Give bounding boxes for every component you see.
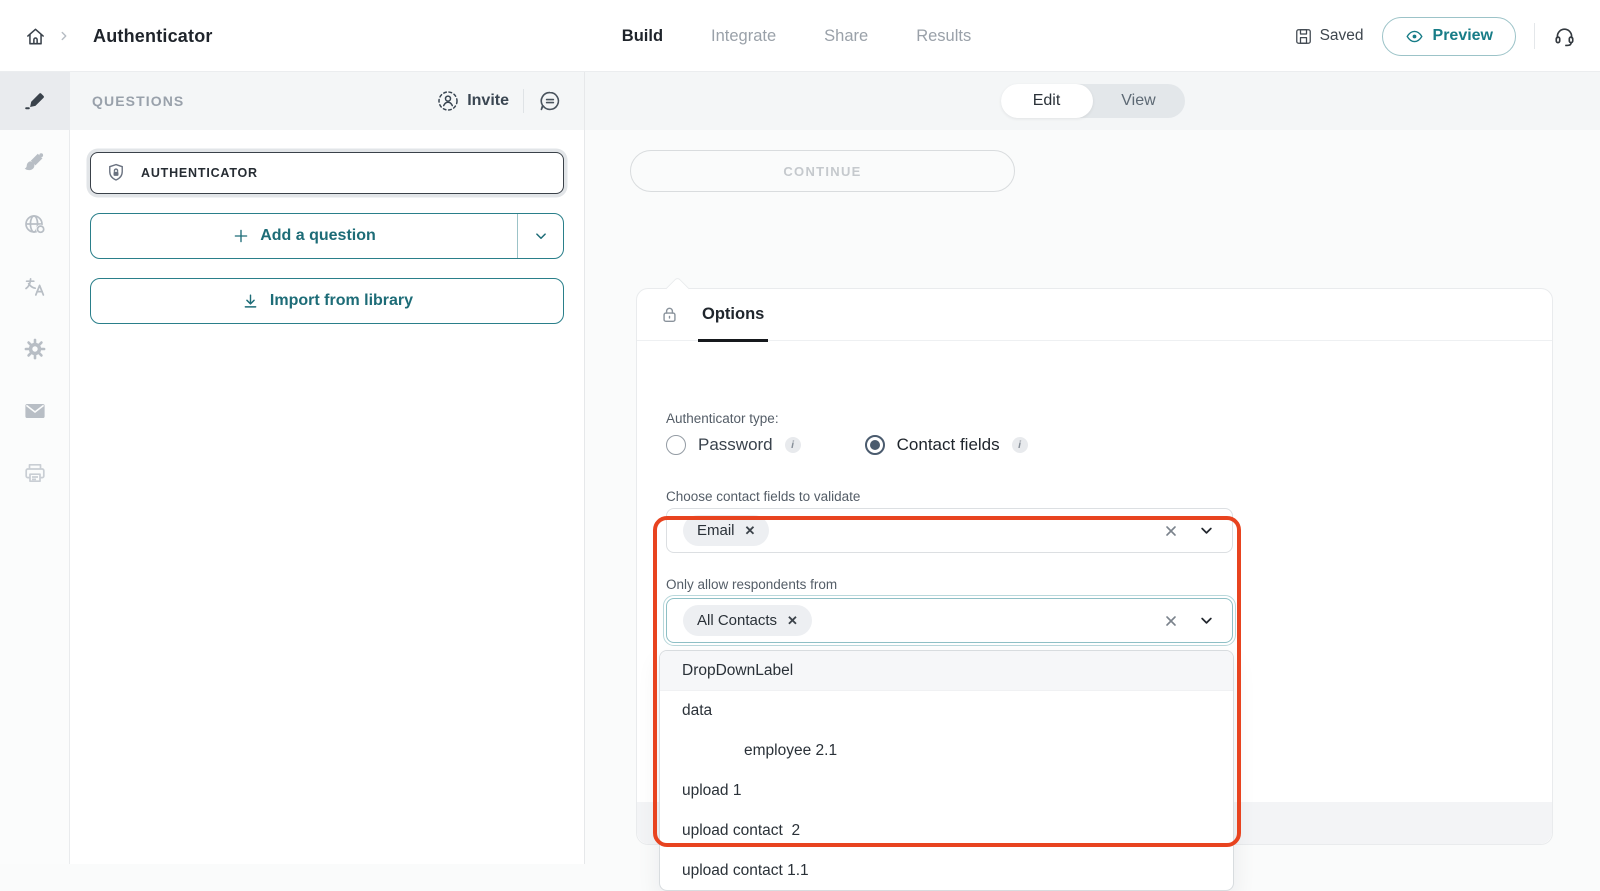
add-question-dropdown-toggle[interactable] bbox=[517, 214, 563, 258]
dropdown-option[interactable]: upload contact 2 bbox=[660, 811, 1233, 851]
invite-person-icon bbox=[437, 90, 459, 112]
breadcrumb-chevron-icon bbox=[57, 29, 71, 43]
paintbrush-icon bbox=[23, 151, 47, 175]
rail-item-translate[interactable] bbox=[0, 258, 70, 316]
options-panel: Options Authenticator type: Password i C… bbox=[636, 288, 1553, 845]
continue-button[interactable]: CONTINUE bbox=[630, 150, 1015, 192]
questions-panel-header: QUESTIONS Invite bbox=[70, 72, 584, 130]
main-content: Edit View CONTINUE Options Authenticator… bbox=[585, 72, 1600, 864]
plus-icon bbox=[232, 227, 250, 245]
invite-button[interactable]: Invite bbox=[437, 90, 509, 112]
dropdown-option[interactable]: employee 2.1 bbox=[660, 731, 1233, 771]
questions-header-divider bbox=[523, 89, 524, 113]
eye-icon bbox=[1405, 27, 1424, 46]
rail-item-globe[interactable] bbox=[0, 196, 70, 254]
options-tab-bar: Options bbox=[637, 289, 1552, 341]
support-headset-icon[interactable] bbox=[1553, 25, 1576, 48]
radio-password[interactable]: Password i bbox=[666, 435, 801, 455]
settings-gear-icon bbox=[23, 337, 47, 361]
radio-contact-fields[interactable]: Contact fields i bbox=[865, 435, 1028, 455]
question-item-authenticator[interactable]: AUTHENTICATOR bbox=[90, 152, 564, 194]
chevron-down-icon bbox=[532, 227, 550, 245]
toggle-view[interactable]: View bbox=[1093, 84, 1185, 118]
saved-status: Saved bbox=[1294, 27, 1364, 46]
rail-item-print[interactable] bbox=[0, 444, 70, 502]
save-disk-icon bbox=[1294, 27, 1313, 46]
chip-all-contacts-label: All Contacts bbox=[697, 612, 777, 629]
tab-results[interactable]: Results bbox=[916, 27, 971, 46]
invite-label: Invite bbox=[467, 92, 509, 110]
respondents-label: Only allow respondents from bbox=[666, 577, 837, 592]
app-window: Authenticator Build Integrate Share Resu… bbox=[0, 0, 1600, 864]
authenticator-type-label: Authenticator type: bbox=[666, 411, 779, 426]
translate-language-icon bbox=[23, 275, 47, 299]
page-title: Authenticator bbox=[93, 26, 213, 47]
lock-icon bbox=[659, 304, 680, 325]
shield-lock-icon bbox=[105, 162, 127, 184]
clear-selection-icon[interactable] bbox=[1163, 613, 1179, 629]
dropdown-option[interactable]: upload 1 bbox=[660, 771, 1233, 811]
clear-selection-icon[interactable] bbox=[1163, 523, 1179, 539]
respondents-select[interactable]: All Contacts ✕ bbox=[666, 598, 1233, 643]
respondents-dropdown-list: DropDownLabel data employee 2.1 upload 1… bbox=[659, 650, 1234, 891]
left-icon-rail bbox=[0, 72, 70, 864]
dropdown-option[interactable]: DropDownLabel bbox=[660, 651, 1233, 691]
download-icon bbox=[241, 292, 260, 311]
printer-icon bbox=[23, 461, 47, 485]
contact-fields-select[interactable]: Email ✕ bbox=[666, 508, 1233, 553]
chevron-down-icon[interactable] bbox=[1197, 521, 1216, 540]
rail-item-settings[interactable] bbox=[0, 320, 70, 378]
home-icon[interactable] bbox=[24, 25, 47, 48]
contact-fields-info-icon[interactable]: i bbox=[1012, 437, 1028, 453]
mail-envelope-icon bbox=[23, 399, 47, 423]
toggle-edit[interactable]: Edit bbox=[1001, 84, 1093, 118]
questions-title: QUESTIONS bbox=[92, 93, 184, 109]
radio-password-circle[interactable] bbox=[666, 435, 686, 455]
saved-label: Saved bbox=[1320, 27, 1364, 45]
dropdown-option[interactable]: data bbox=[660, 691, 1233, 731]
radio-password-label: Password bbox=[698, 435, 773, 455]
rail-item-design[interactable] bbox=[0, 134, 70, 192]
edit-view-toolbar: Edit View bbox=[585, 72, 1600, 130]
globe-icon bbox=[23, 213, 47, 237]
chip-all-contacts: All Contacts ✕ bbox=[683, 605, 812, 636]
import-from-library-button[interactable]: Import from library bbox=[90, 278, 564, 324]
header-tabs: Build Integrate Share Results bbox=[622, 0, 971, 72]
chip-email-label: Email bbox=[697, 522, 735, 539]
chip-email-remove-icon[interactable]: ✕ bbox=[745, 524, 756, 537]
header-divider bbox=[1534, 23, 1535, 49]
chip-email: Email ✕ bbox=[683, 515, 769, 546]
tab-options[interactable]: Options bbox=[702, 289, 764, 341]
radio-contact-fields-label: Contact fields bbox=[897, 435, 1000, 455]
password-info-icon[interactable]: i bbox=[785, 437, 801, 453]
edit-pencil-icon bbox=[23, 89, 47, 113]
rail-item-email[interactable] bbox=[0, 382, 70, 440]
preview-button[interactable]: Preview bbox=[1382, 17, 1516, 56]
tab-integrate[interactable]: Integrate bbox=[711, 27, 776, 46]
tab-build[interactable]: Build bbox=[622, 27, 663, 46]
questions-panel: QUESTIONS Invite bbox=[70, 72, 585, 864]
tab-share[interactable]: Share bbox=[824, 27, 868, 46]
add-question-button[interactable]: Add a question bbox=[90, 213, 564, 259]
question-item-label: AUTHENTICATOR bbox=[141, 166, 258, 180]
comments-icon[interactable] bbox=[538, 89, 562, 113]
import-library-label: Import from library bbox=[270, 292, 413, 310]
authenticator-type-radios: Password i Contact fields i bbox=[666, 435, 1028, 455]
contact-fields-label: Choose contact fields to validate bbox=[666, 489, 860, 504]
add-question-label: Add a question bbox=[260, 227, 376, 245]
dropdown-option[interactable]: upload contact 1.1 bbox=[660, 851, 1233, 891]
rail-item-edit[interactable] bbox=[0, 72, 70, 130]
chip-all-contacts-remove-icon[interactable]: ✕ bbox=[787, 614, 798, 627]
preview-label: Preview bbox=[1433, 27, 1493, 45]
chevron-down-icon[interactable] bbox=[1197, 611, 1216, 630]
top-header: Authenticator Build Integrate Share Resu… bbox=[0, 0, 1600, 72]
radio-contact-fields-circle[interactable] bbox=[865, 435, 885, 455]
edit-view-toggle: Edit View bbox=[1001, 84, 1185, 118]
